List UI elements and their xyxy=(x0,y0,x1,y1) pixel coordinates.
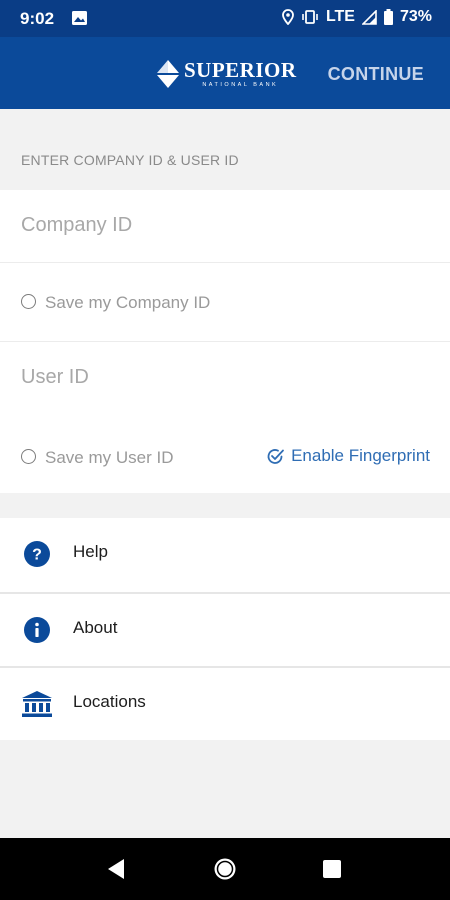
bank-icon xyxy=(22,691,52,717)
svg-text:?: ? xyxy=(32,547,42,564)
login-form: Company ID Save my Company ID User ID Sa… xyxy=(0,190,450,493)
diamond-logo-icon xyxy=(157,60,179,88)
back-icon[interactable] xyxy=(106,858,126,880)
system-nav-bar xyxy=(0,838,450,900)
user-id-field[interactable]: User ID xyxy=(0,342,450,414)
company-id-input[interactable]: Company ID xyxy=(21,214,132,237)
home-icon[interactable] xyxy=(213,857,237,881)
app-bar: SUPERIOR NATIONAL BANK CONTINUE xyxy=(0,37,450,109)
superior-logo: SUPERIOR NATIONAL BANK xyxy=(156,57,297,91)
user-id-input[interactable]: User ID xyxy=(21,366,89,389)
status-time: 9:02 xyxy=(20,9,55,28)
brand-name: SUPERIOR xyxy=(184,57,297,82)
status-icons: LTE 73% xyxy=(282,8,432,26)
status-bar: 9:02 LTE 73% xyxy=(0,0,450,37)
save-company-radio[interactable] xyxy=(21,294,36,309)
menu-item-help[interactable]: ? Help xyxy=(0,518,450,591)
save-user-label[interactable]: Save my User ID xyxy=(45,448,173,468)
menu-label-about: About xyxy=(73,618,118,637)
continue-button[interactable]: CONTINUE xyxy=(328,64,424,85)
signal-icon xyxy=(361,9,377,25)
battery-percent: 73% xyxy=(399,8,432,25)
menu-item-locations[interactable]: Locations xyxy=(0,666,450,741)
recents-icon[interactable] xyxy=(322,859,342,879)
network-type: LTE xyxy=(325,8,355,25)
menu-label-locations: Locations xyxy=(73,692,146,711)
save-user-radio[interactable] xyxy=(21,449,36,464)
enable-fingerprint-button[interactable]: Enable Fingerprint xyxy=(266,446,430,466)
save-company-label[interactable]: Save my Company ID xyxy=(45,293,210,313)
section-header: ENTER COMPANY ID & USER ID xyxy=(21,152,239,168)
enable-fingerprint-label: Enable Fingerprint xyxy=(291,446,430,465)
brand-subtitle: NATIONAL BANK xyxy=(202,81,279,88)
image-icon xyxy=(72,11,87,25)
menu-label-help: Help xyxy=(73,542,108,561)
company-id-field[interactable]: Company ID xyxy=(0,190,450,263)
check-circle-icon xyxy=(267,448,284,464)
battery-icon xyxy=(383,9,393,25)
menu-list: ? Help About Locations xyxy=(0,518,450,740)
vibrate-icon xyxy=(302,10,318,24)
save-company-row: Save my Company ID xyxy=(0,263,450,342)
info-icon xyxy=(24,617,50,643)
location-icon xyxy=(282,9,294,25)
menu-item-about[interactable]: About xyxy=(0,592,450,667)
help-icon: ? xyxy=(24,541,50,567)
save-user-row: Save my User ID Enable Fingerprint xyxy=(0,418,450,493)
